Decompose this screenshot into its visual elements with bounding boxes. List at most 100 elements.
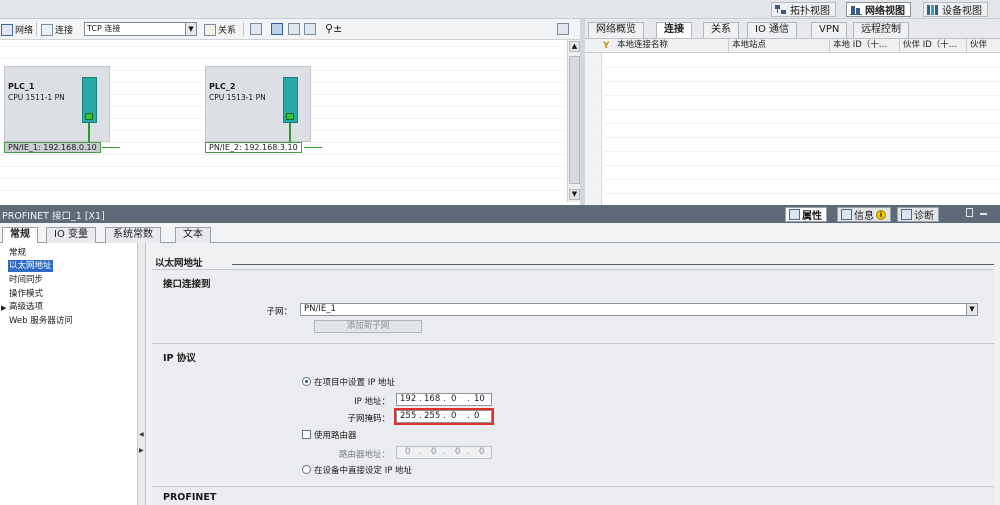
toolbar-separator [243,22,244,36]
info-tab-label: 信息 [854,211,874,222]
inspector-title-bar: PROFINET 接口_1 [X1] 属性 信息 i 诊断 [0,205,1000,223]
network-tool-button[interactable]: 网络 [1,22,33,37]
ip-dot: . [443,447,446,457]
collapse-left-icon[interactable]: ◀ [139,431,144,438]
zoom-icon[interactable]: ⚲± [325,22,342,35]
device-icon [927,4,939,15]
nav-item-general[interactable]: 常规 [8,247,27,259]
port-link [289,123,291,143]
scroll-thumb[interactable] [569,56,580,184]
router-octet-3: 0 [455,447,461,457]
connect-tool-button[interactable]: 连接 [41,22,73,37]
plc-device-1[interactable]: PLC_1 CPU 1511-1 PN [4,66,110,143]
topology-view-button[interactable]: 拓扑视图 [771,2,836,17]
connection-type-select[interactable]: TCP 连接 ▼ [84,22,197,36]
tab-network-overview[interactable]: 网络概览 [588,22,644,38]
info-tab[interactable]: 信息 i [837,207,891,222]
device-type: CPU 1511-1 PN [8,93,65,102]
topology-view-label: 拓扑视图 [790,6,830,17]
highlight-icon[interactable] [250,23,262,35]
use-router-checkbox[interactable] [302,430,311,439]
tab-system-constants[interactable]: 系统常数 [105,227,161,243]
property-nav: 常规 以太网地址 时间同步 操作模式 ▶ 高级选项 Web 服务器访问 [0,243,138,505]
expand-arrow-icon[interactable]: ▶ [1,304,6,312]
layout-split-icon[interactable] [271,23,283,35]
subnet-line [304,147,322,148]
nav-item-time-sync[interactable]: 时间同步 [8,274,44,286]
table-tabs: 网络概览 连接 关系 IO 通信 VPN 远程控制 [585,19,1000,39]
tab-vpn[interactable]: VPN [811,22,848,38]
minimize-icon[interactable] [980,213,987,215]
scroll-up-icon[interactable]: ▲ [569,41,580,52]
inspector-title: PROFINET 接口_1 [X1] [2,211,105,222]
tab-texts[interactable]: 文本 [175,227,211,243]
table-row [585,137,1000,138]
use-router-label: 使用路由器 [314,431,357,441]
overview-icon[interactable] [557,23,569,35]
col-local-station[interactable]: 本地站点 [729,39,830,53]
network-canvas[interactable]: PLC_1 CPU 1511-1 PN PN/IE_1: 192.168.0.1… [0,40,567,202]
profinet-section-title: PROFINET [163,492,217,503]
nav-splitter[interactable]: ◀ ▶ [138,243,146,505]
device-view-button[interactable]: 设备视图 [923,2,988,17]
properties-tab[interactable]: 属性 [785,207,827,222]
router-octet-4: 0 [479,447,485,457]
table-row [585,193,1000,194]
set-ip-in-project-radio[interactable] [302,377,311,386]
network-tool-icon [1,23,13,36]
col-partner[interactable]: 伙伴 [967,39,1000,53]
diagnostics-tab-label: 诊断 [914,211,934,222]
router-octet-2: 0 [431,447,437,457]
connect-tool-label: 连接 [55,26,74,36]
ip-dot: . [419,447,422,457]
layout-grid-icon[interactable] [288,23,300,35]
col-local-id[interactable]: 本地 ID（十… [830,39,900,53]
toolbar-separator [36,22,37,36]
table-view-icon[interactable] [304,23,316,35]
tab-connections[interactable]: 连接 [656,22,692,38]
col-partner-id[interactable]: 伙伴 ID（十… [900,39,967,53]
scroll-down-icon[interactable]: ▼ [569,189,580,200]
nav-item-ethernet-address[interactable]: 以太网地址 [8,260,53,272]
property-tabs: 常规 IO 变量 系统常数 文本 [0,223,1000,244]
tab-general[interactable]: 常规 [2,227,38,244]
restore-icon[interactable] [966,208,973,217]
nav-item-web-server-access[interactable]: Web 服务器访问 [8,315,74,327]
subnet-label: 子网： [266,307,292,317]
plc-device-2[interactable]: PLC_2 CPU 1513-1 PN [205,66,311,143]
tab-io-communication[interactable]: IO 通信 [747,22,797,38]
nav-item-advanced-options[interactable]: 高级选项 [8,301,44,313]
diagnostics-tab[interactable]: 诊断 [897,207,939,222]
col-local-connection-name[interactable]: 本地连接名称 [614,39,729,53]
set-ip-in-project-label: 在项目中设置 IP 地址 [314,378,396,388]
connection-filter-icon[interactable]: Y [603,41,610,51]
canvas-scrollbar[interactable]: ▲ ▼ [567,40,580,202]
tab-io-tags[interactable]: IO 变量 [46,227,96,243]
table-row [585,179,1000,180]
subnet-select[interactable]: PN/IE_1 ▼ [300,303,978,316]
interface-label-1[interactable]: PN/IE_1: 192.168.0.10 [4,142,101,153]
network-view-button[interactable]: 网络视图 [846,2,911,17]
set-ip-on-device-radio[interactable] [302,465,311,474]
ip-dot: . [419,394,422,404]
expand-right-icon[interactable]: ▶ [139,447,144,454]
tab-relations[interactable]: 关系 [703,22,739,38]
nav-item-operating-mode[interactable]: 操作模式 [8,288,44,300]
tab-remote-control[interactable]: 远程控制 [853,22,909,38]
device-type: CPU 1513-1 PN [209,93,266,102]
ip-dot: . [467,394,470,404]
ethernet-port-icon[interactable] [85,113,93,120]
relations-tool-button[interactable]: 关系 [204,22,236,37]
table-row [585,123,1000,124]
device-name: PLC_2 [209,82,236,91]
interface-label-2[interactable]: PN/IE_2: 192.168.3.10 [205,142,302,153]
add-subnet-button[interactable]: 添加新子网 [314,320,422,333]
ip-protocol-section: IP 协议 在项目中设置 IP 地址 IP 地址： 192 . 168 . 0 … [152,343,994,483]
device-name: PLC_1 [8,82,35,91]
router-address-field[interactable]: 0 . 0 . 0 . 0 [396,446,492,459]
ip-address-field[interactable]: 192 . 168 . 0 . 10 [396,393,492,406]
subnet-line [102,147,120,148]
ethernet-port-icon[interactable] [286,113,294,120]
table-row [585,81,1000,82]
router-address-label: 路由器地址： [338,450,390,460]
